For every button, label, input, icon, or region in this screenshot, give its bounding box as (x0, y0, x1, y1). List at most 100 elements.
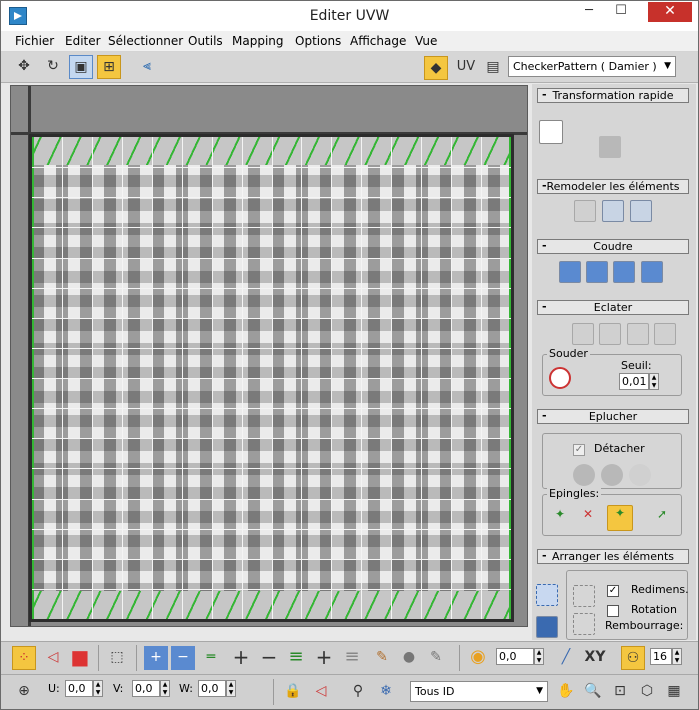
rollout-peel[interactable]: - Eplucher (537, 409, 689, 424)
peel-mode-icon[interactable] (601, 464, 623, 486)
pack-normalize-icon[interactable] (536, 584, 558, 606)
align-vertical-icon[interactable] (572, 136, 594, 158)
zoom-region-icon[interactable]: ⊡ (608, 680, 632, 704)
paint-select-icon[interactable]: ✎ (370, 646, 394, 670)
align-horizontal-icon[interactable] (572, 108, 594, 130)
detach-checkbox[interactable]: ✓ (573, 444, 585, 456)
texture-dropdown[interactable]: CheckerPattern ( Damier ) ▼ (508, 56, 676, 77)
quick-peel-icon[interactable] (573, 464, 595, 486)
stitch-custom-icon[interactable] (641, 261, 663, 283)
grid-icon[interactable]: ▦ (662, 680, 686, 704)
vertex-mode-icon[interactable]: ⁘ (12, 646, 36, 670)
break-icon[interactable] (545, 323, 567, 345)
menu-fichier[interactable]: Fichier (15, 34, 54, 48)
uv-viewport[interactable] (10, 85, 528, 627)
loop-shrink-icon[interactable]: − (257, 646, 281, 670)
v-spinner[interactable]: ▲ ▼ (160, 680, 170, 697)
reset-peel-icon[interactable] (629, 464, 651, 486)
ring-grow-icon[interactable]: + (312, 646, 336, 670)
stitch-target-icon[interactable] (586, 261, 608, 283)
stitch-source-icon[interactable] (559, 261, 581, 283)
rotate-cw-icon[interactable] (627, 136, 649, 158)
face-mode-icon[interactable]: ■ (68, 646, 92, 670)
menu-editer[interactable]: Editer (65, 34, 101, 48)
v-input[interactable]: 0,0 (132, 680, 160, 697)
paint-grow-icon[interactable]: ● (397, 646, 421, 670)
rollout-explode[interactable]: - Eclater (537, 300, 689, 315)
straighten-selection-icon[interactable] (574, 200, 596, 222)
pack-together-icon[interactable] (536, 616, 558, 638)
grow-selection-icon[interactable]: + (144, 646, 168, 670)
relax-icon[interactable] (602, 200, 624, 222)
menu-options[interactable]: Options (295, 34, 341, 48)
freeze-icon[interactable]: ❄ (374, 680, 398, 704)
freeform-icon[interactable]: ⊞ (97, 55, 121, 79)
maximize-button[interactable]: ☐ (608, 2, 634, 22)
weld-selected-icon[interactable] (579, 367, 601, 389)
checker-display-icon[interactable]: ◆ (424, 56, 448, 80)
rollout-arrange[interactable]: - Arranger les éléments (537, 549, 689, 564)
target-weld-icon[interactable] (549, 367, 571, 389)
w-spinner[interactable]: ▲ ▼ (226, 680, 236, 697)
element-mode-icon[interactable]: ⬚ (105, 646, 129, 670)
pan-icon[interactable]: ✋ (554, 680, 578, 704)
pivot-center-icon[interactable] (539, 120, 563, 144)
grid-input[interactable]: 16 (650, 648, 672, 665)
loop-grow-icon[interactable]: + (229, 646, 253, 670)
menu-affichage[interactable]: Affichage (350, 34, 406, 48)
rollout-quick-transform[interactable]: - Transformation rapide (537, 88, 689, 103)
rotate-icon[interactable]: ↻ (41, 55, 65, 79)
rotation-checkbox[interactable] (607, 605, 619, 617)
scale-icon[interactable]: ▣ (69, 55, 93, 79)
spacing-vertical-icon[interactable] (658, 136, 680, 158)
flatten-by-material-icon[interactable] (627, 323, 649, 345)
move-icon[interactable]: ✥ (12, 55, 36, 79)
filter-icon[interactable]: ⚲ (346, 680, 370, 704)
pin-icon[interactable]: ✦ (549, 507, 571, 529)
loop-icon[interactable]: ═ (199, 646, 223, 670)
ring-shrink-icon[interactable]: ≡ (340, 646, 364, 670)
menu-mapping[interactable]: Mapping (232, 34, 284, 48)
shrink-selection-icon[interactable]: − (171, 646, 195, 670)
select-pins-icon[interactable]: ➚ (651, 507, 673, 529)
zoom-icon[interactable]: 🔍 (581, 680, 605, 704)
soft-selection-spinner[interactable]: ▲ ▼ (534, 648, 544, 665)
menu-selectionner[interactable]: Sélectionner (108, 34, 183, 48)
auto-pin-icon[interactable]: ✦ (607, 505, 633, 531)
soft-selection-icon[interactable]: ◉ (466, 646, 490, 670)
pack-group-icon[interactable] (573, 613, 595, 635)
xy-label[interactable]: XY (581, 646, 609, 670)
edge-mode-icon[interactable]: ◁ (41, 646, 65, 670)
zoom-extents-icon[interactable]: ⬡ (635, 680, 659, 704)
stitch-average-icon[interactable] (613, 261, 635, 283)
minimize-button[interactable]: ─ (576, 2, 602, 22)
flatten-icon[interactable] (654, 323, 676, 345)
straighten-icon[interactable] (599, 136, 621, 158)
id-dropdown[interactable]: Tous ID ▼ (410, 681, 548, 702)
rotate-ccw-icon[interactable] (627, 108, 649, 130)
soft-selection-input[interactable]: 0,0 (496, 648, 534, 665)
close-button[interactable]: ✕ (648, 2, 692, 22)
edge-distance-icon[interactable]: ╱ (554, 646, 578, 670)
align-diagonal-icon[interactable] (599, 108, 621, 130)
spacing-horizontal-icon[interactable] (658, 108, 680, 130)
lock-icon[interactable]: 🔒 (281, 680, 305, 704)
grid-spinner[interactable]: ▲ ▼ (672, 648, 682, 665)
unpin-icon[interactable]: ✕ (577, 507, 599, 529)
circle-icon[interactable] (630, 200, 652, 222)
threshold-input[interactable]: 0,01 (619, 373, 649, 390)
absolute-offset-icon[interactable]: ⊕ (12, 680, 36, 704)
detach-edge-icon[interactable] (572, 323, 594, 345)
u-input[interactable]: 0,0 (65, 680, 93, 697)
flatten-by-smoothing-icon[interactable] (599, 323, 621, 345)
paint-shrink-icon[interactable]: ✎ (424, 646, 448, 670)
threshold-spinner[interactable]: ▲ ▼ (649, 373, 659, 390)
select-by-element-icon[interactable]: ◁ (309, 680, 333, 704)
uv-square[interactable] (29, 134, 514, 622)
menu-outils[interactable]: Outils (188, 34, 223, 48)
rescale-checkbox[interactable]: ✓ (607, 585, 619, 597)
rollout-stitch[interactable]: - Coudre (537, 239, 689, 254)
pack-custom-icon[interactable] (573, 585, 595, 607)
ring-icon[interactable]: ≡ (284, 646, 308, 670)
display-options-icon[interactable]: ▤ (481, 56, 505, 80)
